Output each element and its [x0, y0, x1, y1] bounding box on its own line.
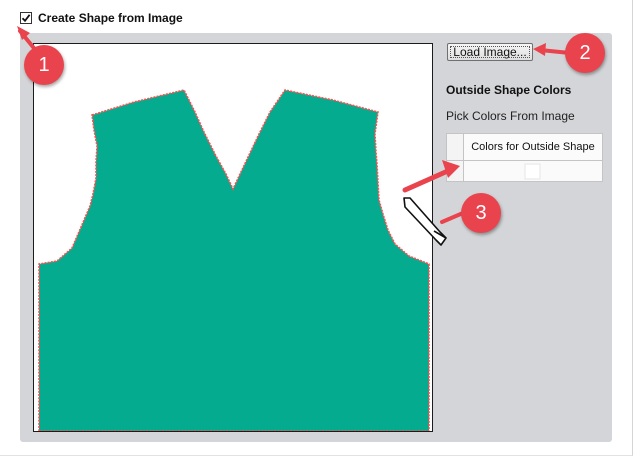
eyedropper-icon	[403, 197, 447, 246]
arrow-3-head	[442, 160, 460, 178]
color-swatch[interactable]	[524, 163, 541, 180]
annotation-layer	[17, 26, 582, 246]
callout-1: 1	[24, 45, 64, 85]
callout-2: 2	[565, 33, 605, 73]
arrow-3	[402, 167, 453, 193]
arrow-2-head	[533, 43, 546, 56]
callout-3: 3	[461, 193, 501, 233]
